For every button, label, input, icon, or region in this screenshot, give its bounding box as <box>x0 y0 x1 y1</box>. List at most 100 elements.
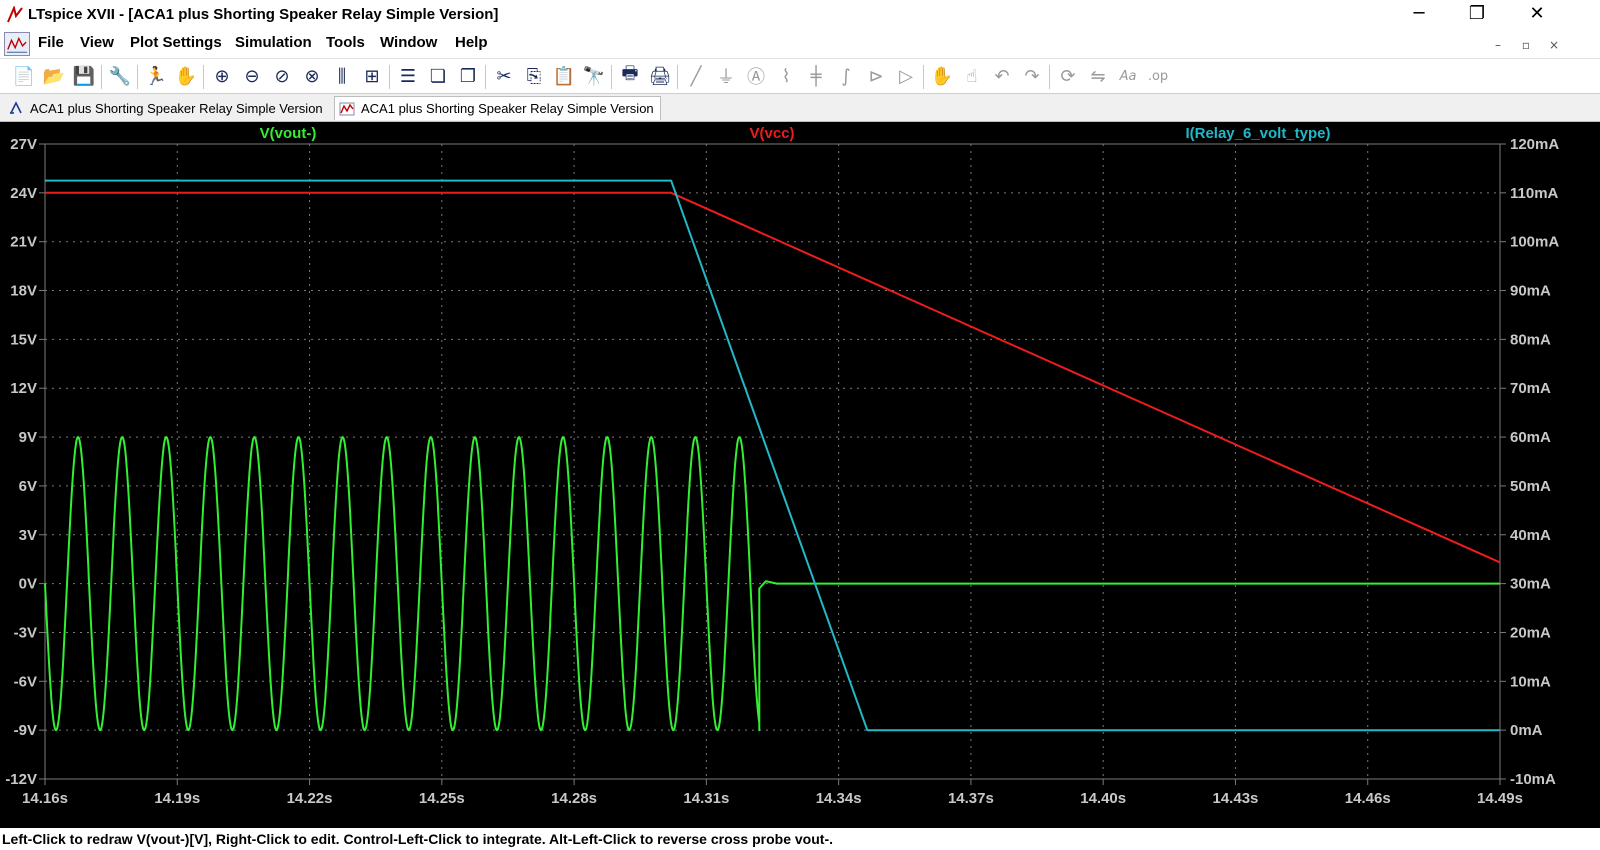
component-icon[interactable]: ▷ <box>892 62 920 90</box>
title-bar: LTspice XVII - [ACA1 plus Shorting Speak… <box>0 0 1600 30</box>
close-button[interactable]: ✕ <box>1514 0 1560 30</box>
mdi-restore-button[interactable]: ▫ <box>1515 36 1537 54</box>
toolbar-separator <box>203 65 204 89</box>
text-icon[interactable]: Aa <box>1114 62 1142 90</box>
redo-icon[interactable]: ↷ <box>1018 62 1046 90</box>
trace-label[interactable]: V(vout-) <box>260 125 317 142</box>
print-setup-icon[interactable]: 🖨 <box>646 62 674 90</box>
y-left-tick-label: 0V <box>19 576 37 593</box>
mirror-icon-glyph: ⇋ <box>1090 65 1106 87</box>
y-left-tick-label: 15V <box>10 331 37 348</box>
trace-v-vcc <box>45 191 1501 564</box>
spice-directive-icon[interactable]: .op <box>1144 62 1172 90</box>
run-icon-glyph: 🏃 <box>144 65 168 87</box>
copy-icon[interactable]: ⎘ <box>520 62 548 90</box>
plot-frame <box>44 143 1501 780</box>
minimize-button[interactable]: ─ <box>1396 0 1442 30</box>
new-schematic-icon-glyph: 📄 <box>12 65 36 87</box>
y-left-tick-label: 12V <box>10 380 37 397</box>
inductor-icon[interactable]: ∫ <box>832 62 860 90</box>
ground-icon[interactable]: ⏚ <box>712 62 740 90</box>
x-tick-label: 14.37s <box>948 790 994 807</box>
copy-icon-glyph: ⎘ <box>526 65 542 87</box>
y-left-tick-label: -6V <box>14 673 37 690</box>
resistor-icon[interactable]: ⌇ <box>772 62 800 90</box>
zoom-fit-icon-glyph: ⊗ <box>304 65 320 87</box>
menu-window[interactable]: Window <box>380 34 437 51</box>
cut-icon-glyph: ✂ <box>496 65 512 87</box>
save-icon[interactable]: 💾 <box>70 62 98 90</box>
window-title: LTspice XVII - [ACA1 plus Shorting Speak… <box>28 6 499 23</box>
zoom-out-icon[interactable]: ⊖ <box>238 62 266 90</box>
rotate-icon[interactable]: ⟳ <box>1054 62 1082 90</box>
waveform-document-icon[interactable] <box>4 32 30 56</box>
menu-simulation[interactable]: Simulation <box>235 34 312 51</box>
spice-directive-icon-glyph: .op <box>1147 68 1169 84</box>
menu-help[interactable]: Help <box>455 34 488 51</box>
move-icon[interactable]: ✋ <box>928 62 956 90</box>
toolbar-separator <box>101 65 102 89</box>
zoom-in-icon[interactable]: ⊕ <box>208 62 236 90</box>
paste-icon-glyph: 📋 <box>552 65 576 87</box>
tab-schematic[interactable]: ACA1 plus Shorting Speaker Relay Simple … <box>4 96 329 120</box>
diode-icon[interactable]: ⊳ <box>862 62 890 90</box>
halt-icon-glyph: ✋ <box>174 65 198 87</box>
menu-tools[interactable]: Tools <box>326 34 365 51</box>
x-tick-label: 14.31s <box>683 790 729 807</box>
cut-icon[interactable]: ✂ <box>490 62 518 90</box>
tab-waveform[interactable]: ACA1 plus Shorting Speaker Relay Simple … <box>334 96 661 120</box>
waveform-chart[interactable]: 27V 120mA 24V 110mA 21V 100mA 18V 90mA 15V 80mA 12… <box>0 122 1600 828</box>
menu-view[interactable]: View <box>80 34 114 51</box>
toolbar-separator <box>611 65 612 89</box>
open-icon[interactable]: 📂 <box>40 62 68 90</box>
paste-icon[interactable]: 📋 <box>550 62 578 90</box>
toolbar-separator <box>923 65 924 89</box>
y-left-tick-label: 6V <box>19 478 37 495</box>
print-icon[interactable]: 🖶 <box>616 62 644 90</box>
y-right-tick-label: 20mA <box>1510 624 1551 641</box>
menu-plot-settings[interactable]: Plot Settings <box>130 34 222 51</box>
x-tick-label: 14.49s <box>1477 790 1523 807</box>
tile-horizontal-icon[interactable]: ☰ <box>394 62 422 90</box>
mdi-close-button[interactable]: × <box>1543 36 1565 54</box>
tile-horizontal-icon-glyph: ☰ <box>399 65 417 87</box>
undo-icon[interactable]: ↶ <box>988 62 1016 90</box>
mdi-minimize-button[interactable]: – <box>1487 36 1509 54</box>
text-icon-glyph: Aa <box>1119 68 1137 84</box>
capacitor-icon[interactable]: ╪ <box>802 62 830 90</box>
menu-file[interactable]: File <box>38 34 64 51</box>
inductor-icon-glyph: ∫ <box>841 65 851 87</box>
new-schematic-icon[interactable]: 📄 <box>10 62 38 90</box>
y-right-tick-label: 50mA <box>1510 478 1551 495</box>
tile-vertical-icon[interactable]: ❐ <box>454 62 482 90</box>
label-icon[interactable]: Ⓐ <box>742 62 770 90</box>
x-tick-label: 14.28s <box>551 790 597 807</box>
wire-icon[interactable]: ╱ <box>682 62 710 90</box>
autorange-icon[interactable]: ⫼ <box>328 62 356 90</box>
mirror-icon[interactable]: ⇋ <box>1084 62 1112 90</box>
drag-icon[interactable]: ☝ <box>958 62 986 90</box>
control-panel-icon[interactable]: 🔧 <box>106 62 134 90</box>
trace-label[interactable]: I(Relay_6_volt_type) <box>1185 125 1330 142</box>
toolbar: 📄 📂 💾 🔧 🏃 ✋ ⊕ ⊖ ⊘ ⊗ ⫼ ⊞ ☰ ❏ ❐ ✂ ⎘ 📋 🔭 🖶 🖨 ╱ ⏚ Ⓐ ⌇ ╪ ∫ ⊳ ▷ ✋ ☝ ↶ ↷ ⟳ ⇋ Aa .op <box>0 58 1600 94</box>
toolbar-separator <box>389 65 390 89</box>
tab-waveform-label: ACA1 plus Shorting Speaker Relay Simple … <box>361 101 654 116</box>
zoom-fit-icon[interactable]: ⊗ <box>298 62 326 90</box>
y-left-tick-label: -12V <box>5 771 37 788</box>
tab-schematic-label: ACA1 plus Shorting Speaker Relay Simple … <box>30 100 323 116</box>
run-icon[interactable]: 🏃 <box>142 62 170 90</box>
find-icon[interactable]: 🔭 <box>580 62 608 90</box>
x-tick-label: 14.40s <box>1080 790 1126 807</box>
find-icon-glyph: 🔭 <box>582 65 606 87</box>
y-left-tick-label: 21V <box>10 234 37 251</box>
waveform-plot-pane[interactable]: 27V 120mA 24V 110mA 21V 100mA 18V 90mA 15V 80mA 12… <box>0 122 1600 828</box>
maximize-button[interactable]: ❐ <box>1454 0 1500 30</box>
zoom-out-icon-glyph: ⊖ <box>244 65 260 87</box>
halt-icon[interactable]: ✋ <box>172 62 200 90</box>
trace-label[interactable]: V(vcc) <box>749 125 794 142</box>
zoom-back-icon[interactable]: ⊘ <box>268 62 296 90</box>
resistor-icon-glyph: ⌇ <box>781 65 791 87</box>
cascade-icon[interactable]: ❏ <box>424 62 452 90</box>
plot-settings-icon[interactable]: ⊞ <box>358 62 386 90</box>
status-bar: Left-Click to redraw V(vout-)[V], Right-… <box>0 828 1600 850</box>
